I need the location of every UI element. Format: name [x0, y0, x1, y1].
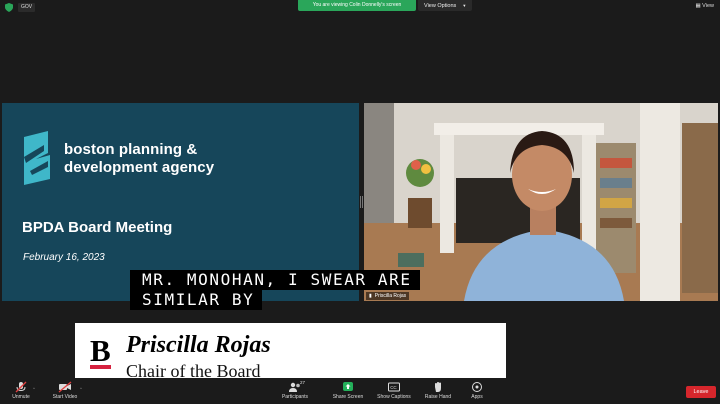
participant-name-tag: ▮ Priscilla Rojas — [366, 292, 410, 300]
start-video-button[interactable]: Start Video — [43, 381, 87, 401]
apps-button[interactable]: Apps — [455, 381, 499, 401]
video-options-chevron-icon[interactable]: ^ — [80, 386, 82, 391]
raise-hand-button[interactable]: Raise Hand — [416, 381, 460, 401]
apps-label: Apps — [471, 394, 483, 400]
meeting-date: February 16, 2023 — [23, 252, 105, 263]
org-name: boston planning & development agency — [64, 141, 215, 176]
svg-text:CC: CC — [390, 385, 397, 390]
chevron-down-icon: ▼ — [462, 3, 467, 8]
muted-microphone-icon — [15, 381, 27, 393]
raise-hand-label: Raise Hand — [424, 394, 452, 400]
unmute-label: Unmute — [12, 394, 30, 400]
view-options-button[interactable]: View Options ▼ — [418, 0, 473, 11]
unmute-button[interactable]: Unmute — [0, 381, 43, 401]
share-screen-label: Share Screen — [332, 394, 364, 400]
participants-label: Participants — [281, 394, 309, 400]
grid-icon: ▦ — [695, 3, 701, 9]
show-captions-button[interactable]: CC Show Captions — [372, 381, 416, 401]
lower-third-nameplate: B Priscilla Rojas Chair of the Board — [75, 323, 506, 386]
shield-icon — [5, 3, 13, 12]
participants-button[interactable]: Participants — [273, 381, 317, 401]
view-button[interactable]: ▦ View — [695, 3, 714, 9]
channel-logo: B — [90, 333, 111, 368]
meeting-toolbar: Unmute ^ Start Video ^ Participants 27 S… — [0, 378, 720, 404]
logo-accent-bar — [90, 365, 111, 369]
caption-line-2: SIMILAR BY — [130, 290, 263, 310]
leave-button[interactable]: Leave — [686, 386, 716, 398]
show-captions-label: Show Captions — [377, 394, 411, 400]
caption-line-1: MR. MONOHAN, I SWEAR ARE — [130, 270, 420, 290]
participant-name: Priscilla Rojas — [374, 293, 407, 299]
signal-bars-icon: ▮ — [369, 293, 372, 299]
gov-badge: GOV — [18, 3, 36, 12]
view-label: View — [702, 3, 714, 9]
participants-count: 27 — [300, 380, 306, 385]
share-screen-button[interactable]: Share Screen — [326, 381, 370, 401]
meeting-title: BPDA Board Meeting — [22, 219, 173, 236]
split-view-handle[interactable] — [360, 196, 363, 208]
audio-options-chevron-icon[interactable]: ^ — [33, 386, 35, 391]
view-options-label: View Options — [424, 3, 457, 9]
video-off-icon — [58, 381, 72, 393]
bpda-logo — [24, 131, 50, 185]
share-screen-icon — [343, 382, 353, 391]
speaker-name: Priscilla Rojas — [126, 332, 271, 358]
viewing-screen-banner: You are viewing Colin Donnelly's screen — [298, 0, 416, 11]
raise-hand-icon — [435, 382, 441, 392]
top-bar: GOV You are viewing Colin Donnelly's scr… — [0, 0, 720, 14]
closed-captions-icon: CC — [388, 382, 400, 392]
start-video-label: Start Video — [52, 394, 78, 400]
apps-icon — [472, 382, 482, 392]
